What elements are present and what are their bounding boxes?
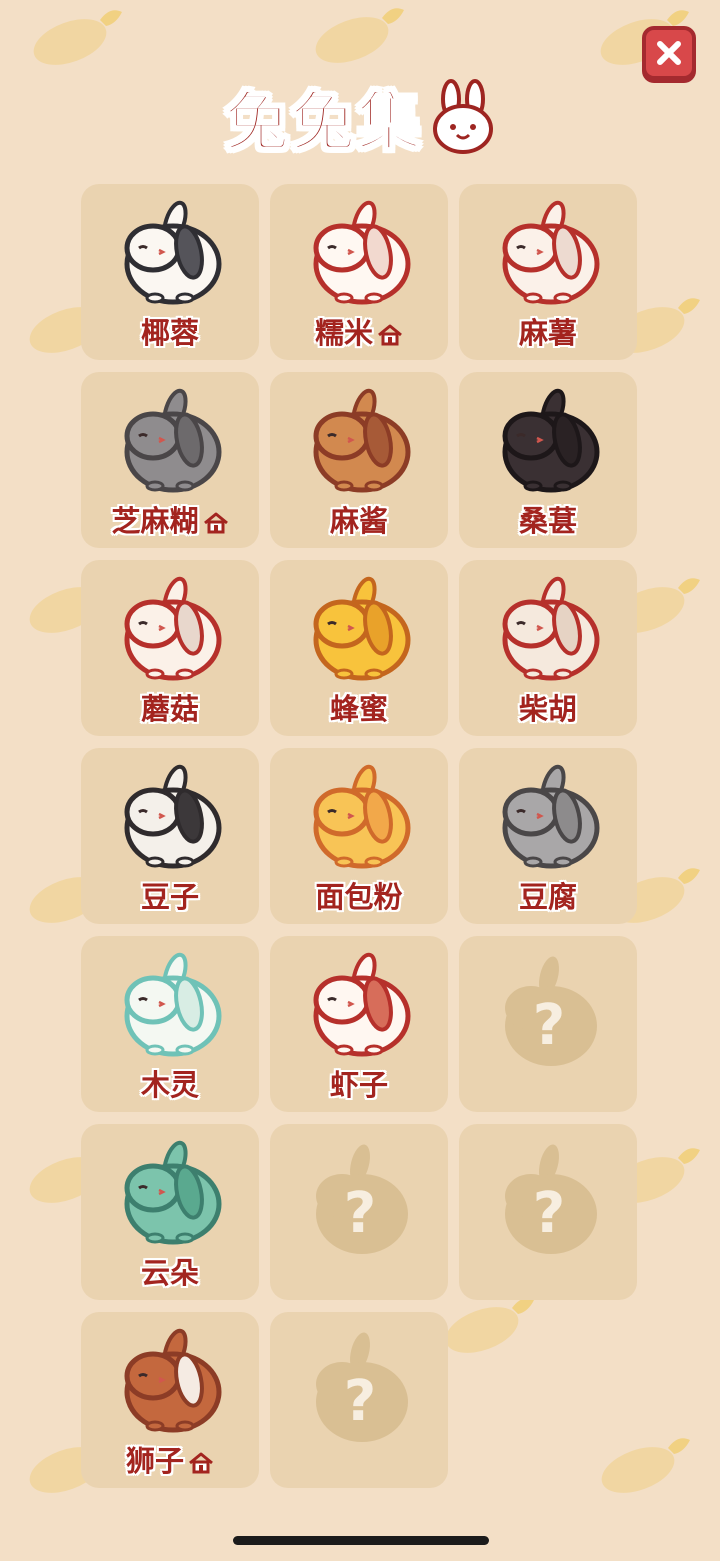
bunny-card[interactable]: 豆腐 — [459, 748, 637, 924]
carrot-decoration-icon — [445, 1298, 534, 1353]
bunny-card[interactable]: 椰蓉 — [81, 184, 259, 360]
bunny-icon — [502, 200, 600, 305]
carrot-decoration-icon — [315, 8, 404, 63]
bunny-name: 柴胡 — [459, 686, 637, 728]
header: 兔兔集 — [0, 72, 720, 162]
locked-bunny-silhouette-icon: ? — [505, 956, 597, 1066]
bunny-card[interactable]: 虾子 — [270, 936, 448, 1112]
locked-bunny-silhouette-icon: ? — [505, 1144, 597, 1254]
bunny-card[interactable]: 麻酱 — [270, 372, 448, 548]
game-screen: { "header": { "title": "兔兔集" }, "close_b… — [0, 0, 720, 1561]
bunny-name: 豆腐 — [459, 874, 637, 916]
bunny-name: 蜂蜜 — [270, 686, 448, 728]
bunny-name: 桑葚 — [459, 498, 637, 540]
page-title: 兔兔集 — [224, 84, 423, 161]
bunny-name: 糯米 — [270, 310, 448, 352]
bunny-name-label: 豆子 — [140, 880, 199, 914]
bunny-icon — [502, 388, 600, 493]
bunny-card[interactable]: 面包粉 — [270, 748, 448, 924]
bunny-name: 云朵 — [81, 1250, 259, 1292]
bunny-name: 麻薯 — [459, 310, 637, 352]
bunny-card[interactable]: 豆子 — [81, 748, 259, 924]
bunny-name: 芝麻糊 — [81, 498, 259, 540]
locked-mark: ? — [344, 1369, 376, 1434]
bunny-card[interactable]: 桑葚 — [459, 372, 637, 548]
bunny-icon — [124, 576, 222, 681]
bunny-name: 豆子 — [81, 874, 259, 916]
bunny-name-label: 木灵 — [140, 1068, 199, 1102]
bunny-card[interactable]: 柴胡 — [459, 560, 637, 736]
bunny-face-icon — [433, 79, 493, 154]
locked-bunny-silhouette-icon: ? — [316, 1144, 408, 1254]
bunny-name-label: 豆腐 — [518, 880, 577, 914]
bunny-name-label: 面包粉 — [315, 880, 403, 914]
bunny-name: 麻酱 — [270, 498, 448, 540]
bunny-icon — [313, 200, 411, 305]
bunny-name-label: 麻薯 — [518, 316, 577, 350]
bunny-card[interactable]: 芝麻糊 — [81, 372, 259, 548]
home-icon — [189, 1452, 213, 1474]
bunny-card[interactable]: 蜂蜜 — [270, 560, 448, 736]
bunny-icon — [124, 1328, 222, 1433]
bunny-icon — [313, 388, 411, 493]
bunny-name-label: 桑葚 — [518, 504, 577, 538]
bunny-icon — [502, 764, 600, 869]
bunny-name-label: 糯米 — [314, 316, 373, 350]
bunny-icon — [124, 1140, 222, 1245]
bunny-name: 狮子 — [81, 1438, 259, 1480]
locked-mark: ? — [344, 1181, 376, 1246]
bunny-name: 蘑菇 — [81, 686, 259, 728]
bunny-icon — [124, 764, 222, 869]
bunny-icon — [124, 200, 222, 305]
bunny-card[interactable]: 狮子 — [81, 1312, 259, 1488]
bunny-name-label: 虾子 — [329, 1068, 388, 1102]
bunny-card[interactable]: 麻薯 — [459, 184, 637, 360]
bunny-icon — [124, 952, 222, 1057]
bunny-name-label: 狮子 — [125, 1444, 184, 1478]
bunny-name-label: 麻酱 — [329, 504, 388, 538]
locked-mark: ? — [533, 1181, 565, 1246]
bunny-name-label: 柴胡 — [518, 692, 577, 726]
locked-bunny-silhouette-icon: ? — [316, 1332, 408, 1442]
bunny-icon — [313, 952, 411, 1057]
bunny-name-label: 云朵 — [140, 1256, 199, 1290]
carrot-decoration-icon — [601, 1438, 690, 1493]
bunny-name-label: 芝麻糊 — [111, 504, 199, 538]
home-icon — [378, 324, 402, 346]
locked-mark: ? — [533, 993, 565, 1058]
bunny-name-label: 椰蓉 — [140, 316, 199, 350]
bunny-card-locked[interactable]: ? — [270, 1312, 448, 1488]
bunny-card[interactable]: 云朵 — [81, 1124, 259, 1300]
bunny-name: 椰蓉 — [81, 310, 259, 352]
bunny-icon — [313, 576, 411, 681]
bunny-icon — [313, 764, 411, 869]
bunny-icon — [502, 576, 600, 681]
bunny-card[interactable]: 木灵 — [81, 936, 259, 1112]
bunny-card-locked[interactable]: ? — [459, 936, 637, 1112]
bunny-name-label: 蘑菇 — [140, 692, 199, 726]
bunny-name-label: 蜂蜜 — [329, 692, 388, 726]
bunny-card-locked[interactable]: ? — [459, 1124, 637, 1300]
carrot-decoration-icon — [33, 10, 122, 65]
bunny-icon — [124, 388, 222, 493]
bunny-name: 木灵 — [81, 1062, 259, 1104]
home-icon — [203, 512, 228, 534]
bunny-card[interactable]: 蘑菇 — [81, 560, 259, 736]
bunny-name: 虾子 — [270, 1062, 448, 1104]
bunny-name: 面包粉 — [270, 874, 448, 916]
home-indicator[interactable] — [233, 1536, 489, 1545]
bunny-card[interactable]: 糯米 — [270, 184, 448, 360]
bunny-card-locked[interactable]: ? — [270, 1124, 448, 1300]
close-icon — [657, 41, 681, 65]
